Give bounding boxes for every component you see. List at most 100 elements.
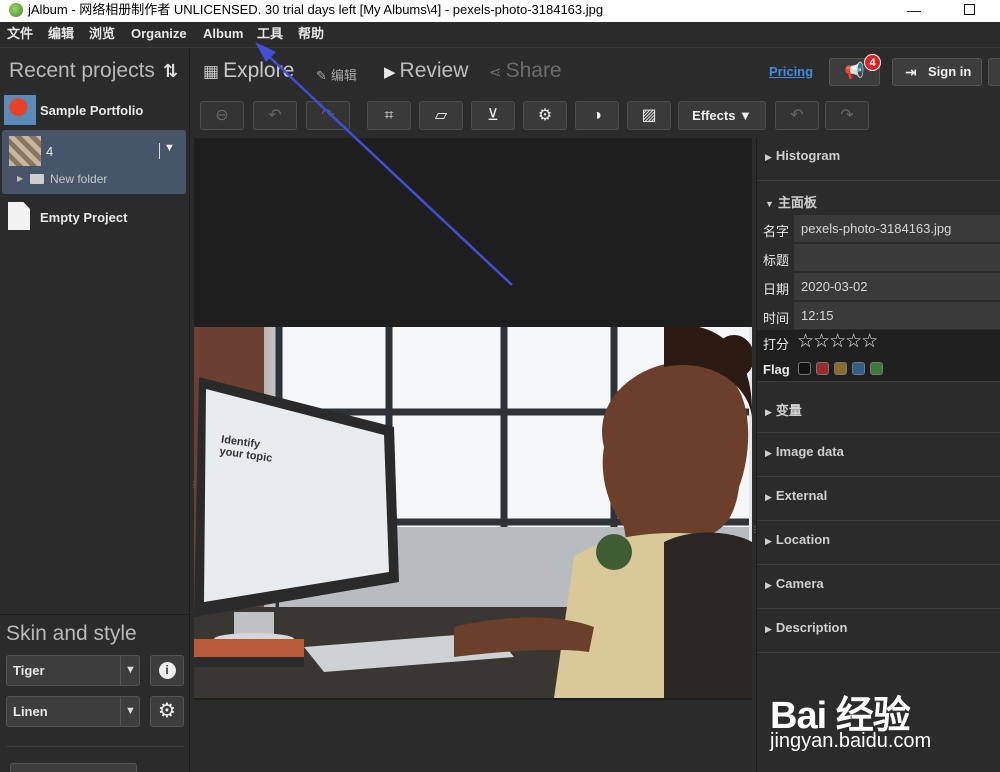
project-sample-portfolio[interactable]: Sample Portfolio <box>2 95 186 127</box>
divider <box>120 656 121 685</box>
expand-triangle-icon: ▶ <box>765 624 772 634</box>
flag-label: Flag <box>763 362 790 377</box>
info-icon: i <box>158 662 176 679</box>
tab-label: Explore <box>223 59 295 82</box>
menu-file[interactable]: 文件 <box>7 22 33 48</box>
effects-button[interactable]: Effects ▼ <box>678 101 766 130</box>
menu-help[interactable]: 帮助 <box>298 22 324 48</box>
contrast-button[interactable]: ◑ <box>575 101 619 130</box>
style-select[interactable]: Linen ▼ <box>6 696 140 727</box>
expand-triangle-icon[interactable]: ▶ <box>17 174 23 183</box>
project-menu-chevron-down-icon[interactable]: ▼ <box>164 142 175 154</box>
section-histogram[interactable]: ▶ Histogram <box>757 138 1000 181</box>
tab-edit[interactable]: ✎ 编辑 <box>316 65 357 89</box>
undo-button[interactable]: ↶ <box>775 101 819 130</box>
menu-browse[interactable]: 浏览 <box>89 22 115 48</box>
menu-album[interactable]: Album <box>203 22 243 48</box>
flag-swatch-blue[interactable] <box>852 362 865 375</box>
chevron-down-icon: ▼ <box>125 664 136 676</box>
date-field[interactable]: 2020-03-02 <box>794 273 1000 300</box>
photo-woman-at-computer <box>194 327 752 698</box>
flag-swatch-yellow[interactable] <box>834 362 847 375</box>
menu-tools[interactable]: 工具 <box>257 22 283 48</box>
folder-item-new-folder[interactable]: New folder <box>50 172 107 186</box>
rotate-left-button[interactable]: ↶ <box>253 101 297 130</box>
section-external[interactable]: ▶ External <box>757 478 1000 521</box>
star-rating[interactable]: ☆☆☆☆☆ <box>797 330 878 353</box>
make-album-button[interactable] <box>10 763 137 772</box>
flag-swatch-red[interactable] <box>816 362 829 375</box>
tab-label: Share <box>505 59 562 82</box>
tab-review[interactable]: ▶ Review <box>384 59 468 83</box>
field-name: 名字 pexels-photo-3184163.jpg <box>757 214 1000 243</box>
minimize-button[interactable]: — <box>900 0 928 22</box>
document-icon <box>8 202 30 230</box>
notification-count-badge: 4 <box>864 54 881 71</box>
settings-button[interactable]: ⚙ <box>523 101 567 130</box>
straighten-button[interactable]: ▱ <box>419 101 463 130</box>
play-icon: ▶ <box>384 64 396 81</box>
rating-label: 打分 <box>763 337 790 352</box>
section-description[interactable]: ▶ Description <box>757 610 1000 653</box>
redo-icon: ↷ <box>840 107 854 124</box>
recent-projects-title: Recent projects <box>9 59 155 82</box>
gear-icon: ⚙ <box>158 700 176 722</box>
sign-in-label: Sign in <box>928 64 972 79</box>
rotate-right-button[interactable]: ↷ <box>306 101 350 130</box>
section-main-panel[interactable]: ▼ 主面板 <box>757 182 1000 212</box>
section-location[interactable]: ▶ Location <box>757 522 1000 565</box>
baidu-watermark: Bai 经验 jingyan.baidu.com <box>770 662 996 762</box>
expand-triangle-icon: ▶ <box>765 448 772 458</box>
divider <box>0 614 190 615</box>
flag-row: Flag <box>757 354 1000 382</box>
perspective-button[interactable]: ⊻ <box>471 101 515 130</box>
rotate-left-icon: ↶ <box>268 107 282 124</box>
image-adjust-icon: ▨ <box>641 107 657 124</box>
image-adjust-button[interactable]: ▨ <box>627 101 671 130</box>
rotate-right-icon: ↷ <box>321 107 335 124</box>
image-viewer[interactable]: Identify your topic <box>194 138 752 700</box>
tab-explore[interactable]: ▦ Explore <box>203 59 294 83</box>
pencil-icon: ✎ <box>316 68 327 83</box>
sort-icon[interactable]: ⇅ <box>163 61 178 82</box>
project-name: 4 <box>46 144 54 159</box>
more-button[interactable] <box>988 58 1000 86</box>
menu-organize[interactable]: Organize <box>131 22 187 48</box>
redo-button[interactable]: ↷ <box>825 101 869 130</box>
megaphone-icon: 📢 <box>844 63 865 80</box>
section-title: ▶ Histogram <box>765 148 841 163</box>
title-bar: jAlbum - 网络相册制作者 UNLICENSED. 30 trial da… <box>0 0 1000 22</box>
project-empty-project[interactable]: Empty Project <box>2 202 186 232</box>
menu-edit[interactable]: 编辑 <box>48 22 74 48</box>
section-title: ▶ Description <box>765 620 848 635</box>
sign-in-button[interactable]: ⇥ Sign in <box>892 58 982 86</box>
skin-settings-button[interactable]: ⚙ <box>150 696 184 727</box>
divider <box>120 697 121 726</box>
tab-share[interactable]: ⋖ Share <box>489 59 562 83</box>
contrast-icon: ◑ <box>592 107 602 124</box>
flag-swatch-green[interactable] <box>870 362 883 375</box>
section-variables[interactable]: ▶ 变量 <box>757 390 1000 433</box>
skin-select[interactable]: Tiger ▼ <box>6 655 140 686</box>
flag-swatch-black[interactable] <box>798 362 811 375</box>
maximize-button[interactable] <box>955 0 983 22</box>
project-name: Empty Project <box>40 210 128 225</box>
grid-icon: ▦ <box>203 62 220 81</box>
section-image-data[interactable]: ▶ Image data <box>757 434 1000 477</box>
divider <box>159 143 160 159</box>
title-field[interactable] <box>794 244 1000 271</box>
pricing-link[interactable]: Pricing <box>769 64 813 79</box>
photo-preview[interactable]: Identify your topic <box>194 327 752 698</box>
time-field[interactable]: 12:15 <box>794 302 1000 329</box>
field-label: 标题 <box>763 253 790 268</box>
skin-info-button[interactable]: i <box>150 655 184 686</box>
crop-button[interactable]: ⌗ <box>367 101 411 130</box>
section-title: ▶ 变量 <box>765 403 802 418</box>
project-4-selected[interactable]: 4 ▼ ▶ New folder <box>2 130 186 194</box>
rating-row: 打分 ☆☆☆☆☆ <box>757 330 1000 354</box>
name-field[interactable]: pexels-photo-3184163.jpg <box>794 215 1000 242</box>
section-camera[interactable]: ▶ Camera <box>757 566 1000 609</box>
share-icon: ⋖ <box>489 64 502 81</box>
remove-button[interactable]: ⊖ <box>200 101 244 130</box>
left-sidebar: Recent projects ⇅ Sample Portfolio 4 ▼ ▶… <box>0 49 190 772</box>
